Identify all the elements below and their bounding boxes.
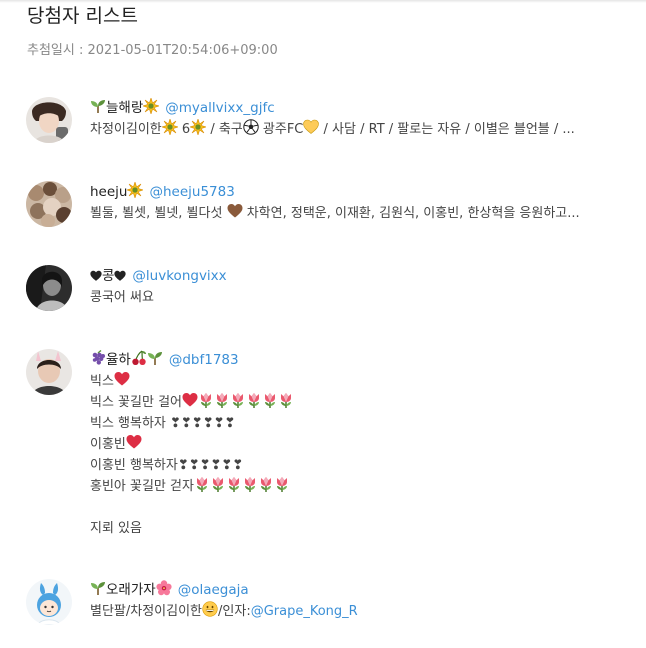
- bio-text: 홍빈아 꽃길만 걷자: [90, 479, 194, 494]
- winner-bio: 뵐둘, 뵐셋, 뵐넷, 뵐다섯 차학연, 정택운, 이재환, 김원식, 이홍빈,…: [90, 203, 646, 224]
- winner-name: 늘해랑: [106, 100, 144, 116]
- winner-handle-link[interactable]: @heeju5783: [149, 184, 234, 200]
- page-title: 당첨자 리스트: [27, 5, 138, 27]
- tulip-icon: [230, 392, 246, 408]
- winner-handle-link[interactable]: @luvkongvixx: [132, 268, 226, 284]
- cherries-icon: [131, 350, 147, 366]
- draw-timestamp: 추첨일시 : 2021-05-01T20:54:06+09:00: [27, 43, 278, 58]
- avatar[interactable]: [26, 349, 72, 395]
- black-heart-icon: [114, 270, 126, 282]
- sparkle-icon: [143, 98, 159, 114]
- bio-text: 이홍빈: [90, 437, 126, 452]
- sparkle-icon: [190, 119, 206, 135]
- tulip-icon: [242, 476, 258, 492]
- sparkle-icon: [127, 182, 143, 198]
- bio-text: 차정이김이한: [90, 122, 162, 137]
- tulip-icon: [258, 476, 274, 492]
- bio-text: 6: [181, 122, 191, 137]
- winner-name: heeju: [90, 184, 128, 200]
- mention-link[interactable]: @Grape_Kong_R: [251, 604, 358, 619]
- grinning-face-icon: [202, 601, 218, 617]
- tulip-icon: [274, 476, 290, 492]
- winner-bio: 차정이김이한 6 / 축구 광주FC / 사담 / RT / 팔로는 자유 / …: [90, 119, 646, 140]
- tulip-icon: [278, 392, 294, 408]
- bio-text: 이홍빈 행복하자❣❣❣❣❣❣: [90, 458, 244, 473]
- winner-handle-link[interactable]: @dbf1783: [169, 352, 239, 368]
- black-heart-icon: [90, 270, 102, 282]
- sparkle-icon: [162, 119, 178, 135]
- brown-heart-icon: [227, 203, 243, 219]
- seedling-icon: [90, 98, 106, 114]
- bio-text: 별단팔/차정이김이한: [90, 604, 203, 619]
- bio-text: /인자:: [218, 604, 251, 619]
- hibiscus-icon: [156, 580, 172, 596]
- tulip-icon: [262, 392, 278, 408]
- avatar[interactable]: [26, 181, 72, 227]
- tulip-icon: [246, 392, 262, 408]
- grapes-icon: [90, 350, 106, 366]
- tulip-icon: [214, 392, 230, 408]
- bio-text: 빅스 행복하자 ❣❣❣❣❣❣: [90, 416, 236, 431]
- winner-name: 오래가자: [106, 582, 156, 598]
- seedling-icon: [90, 580, 106, 596]
- winner-bio: 빅스 빅스 꽃길만 걸어 빅스 행복하자 ❣❣❣❣❣❣ 이홍빈 이홍빈 행복하자…: [90, 371, 646, 539]
- winner-handle-link[interactable]: @myallvixx_gjfc: [165, 100, 274, 116]
- tulip-icon: [194, 476, 210, 492]
- winner-handle-link[interactable]: @olaegaja: [178, 582, 249, 598]
- bio-text: 차학연, 정택운, 이재환, 김원식, 이홍빈, 한상혁을 응원하고...: [246, 206, 580, 221]
- winner-name: 율하: [106, 352, 131, 368]
- bio-text: 광주FC: [262, 122, 304, 137]
- tulip-icon: [198, 392, 214, 408]
- bio-text: / 사담 / RT / 팔로는 자유 / 이별은 블언블 / ...: [323, 122, 575, 137]
- bio-text: 뵐둘, 뵐셋, 뵐넷, 뵐다섯: [90, 206, 223, 221]
- bio-text: 빅스: [90, 374, 114, 389]
- yellow-heart-icon: [303, 119, 319, 135]
- bio-text: 콩국어 써요: [90, 290, 154, 305]
- bio-text: 빅스 꽃길만 걸어: [90, 395, 182, 410]
- bio-text: / 축구: [210, 122, 243, 137]
- tulip-icon: [226, 476, 242, 492]
- bio-text: 지뢰 있음: [90, 521, 142, 536]
- winner-bio: 콩국어 써요: [90, 287, 646, 308]
- winner-bio: 별단팔/차정이김이한/인자:@Grape_Kong_R: [90, 601, 646, 622]
- red-heart-icon: [114, 371, 130, 387]
- avatar[interactable]: [26, 579, 72, 625]
- avatar[interactable]: [26, 97, 72, 143]
- avatar[interactable]: [26, 265, 72, 311]
- tulip-icon: [210, 476, 226, 492]
- red-heart-icon: [182, 392, 198, 408]
- red-heart-icon: [126, 434, 142, 450]
- winner-name: 콩: [102, 268, 115, 284]
- soccer-ball-icon: [243, 119, 259, 135]
- seedling-icon: [147, 350, 163, 366]
